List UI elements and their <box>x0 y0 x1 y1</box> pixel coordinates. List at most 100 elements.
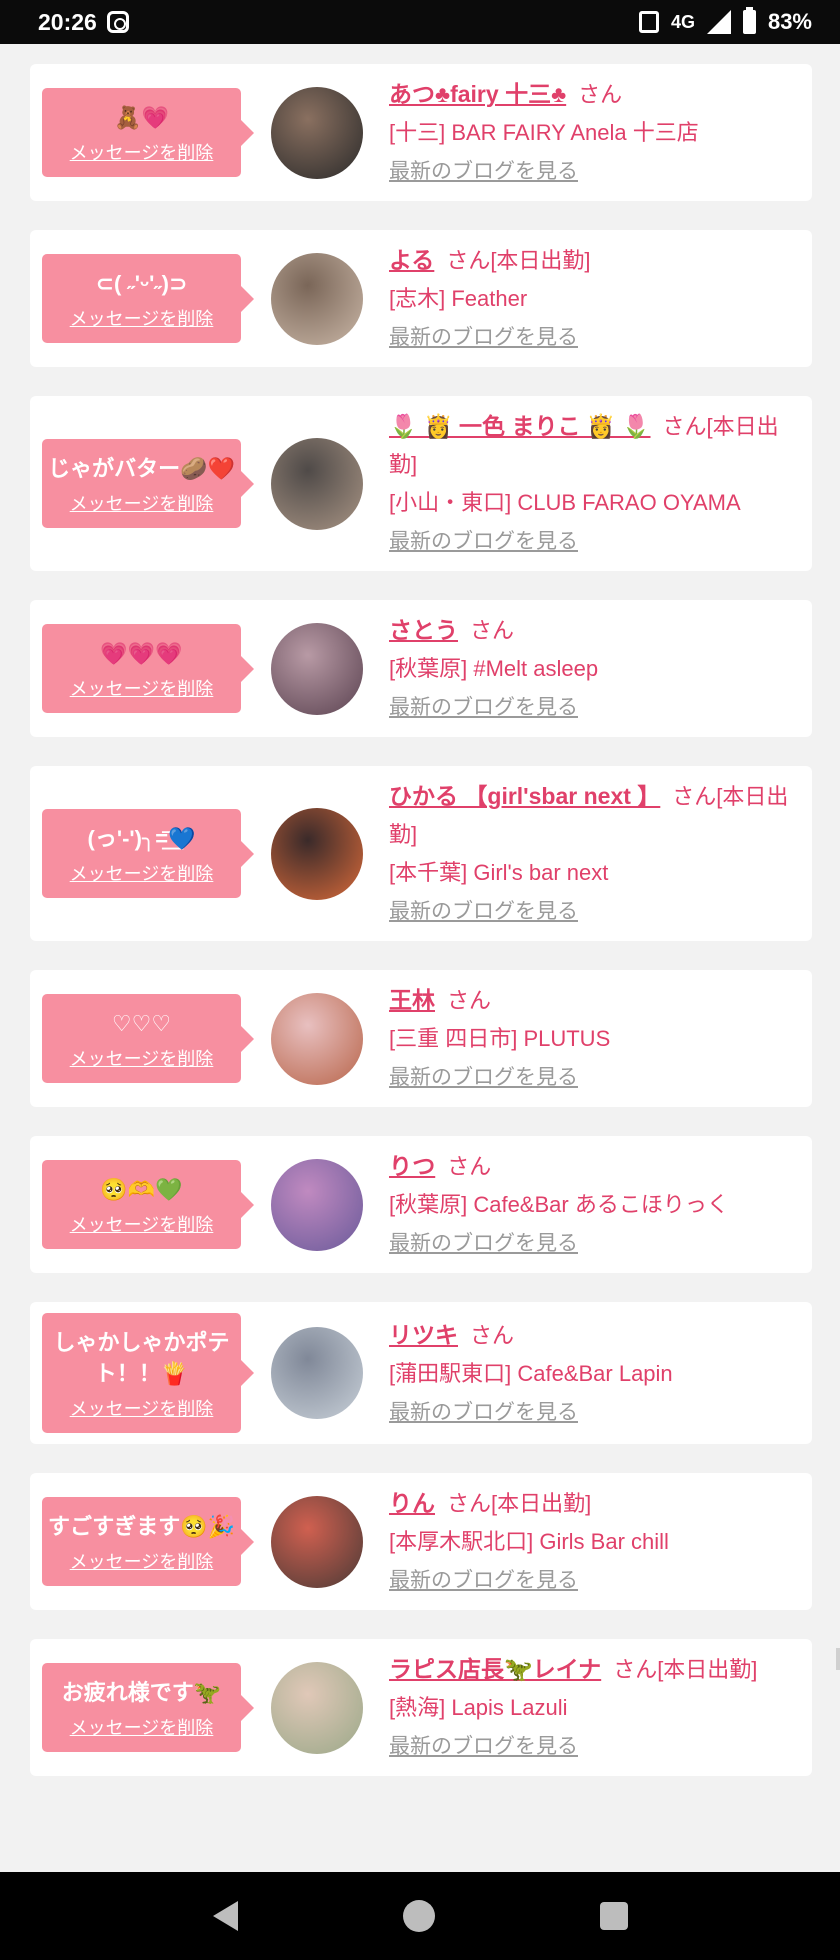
cast-info: あつ♣fairy 十三♣ さん [十三] BAR FAIRY Anela 十三店 … <box>389 75 798 190</box>
avatar[interactable] <box>271 1327 363 1419</box>
message-text: 🥺🫶💚 <box>100 1177 183 1202</box>
cast-info: りつ さん [秋葉原] Cafe&Bar あるこほりっく 最新のブログを見る <box>389 1147 798 1262</box>
name-line: よる さん[本日出勤] <box>389 241 798 280</box>
navigation-bar <box>0 1872 840 1960</box>
delete-message-link[interactable]: メッセージを削除 <box>70 860 214 886</box>
message-card: しゃかしゃかポテト！！🍟 メッセージを削除 リツキ さん [蒲田駅東口] Cafe… <box>30 1302 812 1444</box>
latest-blog-link[interactable]: 最新のブログを見る <box>389 154 578 190</box>
avatar[interactable] <box>271 1495 363 1588</box>
cast-info: りん さん[本日出勤] [本厚木駅北口] Girls Bar chill 最新のブ… <box>389 1484 798 1599</box>
delete-message-link[interactable]: メッセージを削除 <box>70 305 214 331</box>
shop-label: [志木] Feather <box>389 286 528 311</box>
signal-icon <box>706 10 731 34</box>
cast-info: リツキ さん [蒲田駅東口] Cafe&Bar Lapin 最新のブログを見る <box>389 1316 798 1431</box>
delete-message-link[interactable]: メッセージを削除 <box>70 1714 214 1740</box>
shop-label: [小山・東口] CLUB FARAO OYAMA <box>389 490 741 515</box>
delete-message-link[interactable]: メッセージを削除 <box>70 1045 214 1071</box>
message-text: すごすぎます🥺🎉 <box>48 1514 236 1539</box>
name-suffix: さん <box>447 988 492 1013</box>
name-line: さとう さん <box>389 611 798 650</box>
latest-blog-link[interactable]: 最新のブログを見る <box>389 320 578 356</box>
name-suffix: さん <box>578 82 623 107</box>
latest-blog-link[interactable]: 最新のブログを見る <box>389 690 578 726</box>
delete-message-link[interactable]: メッセージを削除 <box>70 139 214 165</box>
shop-label: [本千葉] Girl's bar next <box>389 860 609 885</box>
scrollbar-indicator[interactable] <box>836 1648 840 1670</box>
shop-label: [十三] BAR FAIRY Anela 十三店 <box>389 120 699 145</box>
message-bubble: ⊂( ˶'ᵕ'˶)⊃ メッセージを削除 <box>42 254 254 343</box>
message-card: 💗💗💗 メッセージを削除 さとう さん [秋葉原] #Melt asleep 最新… <box>30 600 812 737</box>
message-text: 🧸💗 <box>114 105 169 130</box>
cast-name-link[interactable]: よる <box>389 247 434 273</box>
avatar[interactable] <box>271 437 363 530</box>
name-suffix: さん <box>470 618 515 643</box>
latest-blog-link[interactable]: 最新のブログを見る <box>389 1060 578 1096</box>
vibrate-icon <box>638 11 659 33</box>
battery-icon <box>742 7 756 34</box>
cast-info: ラピス店長🦖レイナ さん[本日出勤] [熱海] Lapis Lazuli 最新のブ… <box>389 1650 798 1765</box>
cast-name-link[interactable]: 🌷 👸 一色 まりこ 👸 🌷 <box>389 413 651 439</box>
message-bubble: 🧸💗 メッセージを削除 <box>42 88 254 177</box>
delete-message-link[interactable]: メッセージを削除 <box>70 1211 214 1237</box>
message-card: (っ'-')╮=͟͟͞💙 メッセージを削除 ひかる 【girl'sbar nex… <box>30 766 812 941</box>
message-bubble: じゃがバター🥔❤️ メッセージを削除 <box>42 439 254 528</box>
home-icon[interactable] <box>402 1900 435 1932</box>
message-bubble: (っ'-')╮=͟͟͞💙 メッセージを削除 <box>42 809 254 898</box>
avatar[interactable] <box>271 252 363 345</box>
name-suffix: さん[本日出勤] <box>446 248 591 273</box>
latest-blog-link[interactable]: 最新のブログを見る <box>389 1395 578 1431</box>
latest-blog-link[interactable]: 最新のブログを見る <box>389 894 578 930</box>
name-line: りつ さん <box>389 1147 798 1186</box>
message-card: ♡♡♡ メッセージを削除 王林 さん [三重 四日市] PLUTUS 最新のブログ… <box>30 970 812 1107</box>
message-card: 🥺🫶💚 メッセージを削除 りつ さん [秋葉原] Cafe&Bar あるこほりっく… <box>30 1136 812 1273</box>
shop-label: [秋葉原] #Melt asleep <box>389 656 599 681</box>
message-text: お疲れ様です🦖 <box>61 1680 222 1705</box>
cast-info: 王林 さん [三重 四日市] PLUTUS 最新のブログを見る <box>389 981 798 1096</box>
cast-name-link[interactable]: ひかる 【girl'sbar next 】 <box>389 783 660 809</box>
name-line: ひかる 【girl'sbar next 】さん[本日出勤] <box>389 777 798 854</box>
message-text: ⊂( ˶'ᵕ'˶)⊃ <box>95 271 188 296</box>
avatar[interactable] <box>271 622 363 715</box>
name-line: 王林 さん <box>389 981 798 1020</box>
message-text: しゃかしゃかポテト！！🍟 <box>53 1330 230 1386</box>
cast-name-link[interactable]: ラピス店長🦖レイナ <box>389 1656 601 1682</box>
message-card: すごすぎます🥺🎉 メッセージを削除 りん さん[本日出勤] [本厚木駅北口] Gi… <box>30 1473 812 1610</box>
recent-apps-icon[interactable] <box>599 1902 628 1930</box>
latest-blog-link[interactable]: 最新のブログを見る <box>389 1226 578 1262</box>
latest-blog-link[interactable]: 最新のブログを見る <box>389 1729 578 1765</box>
latest-blog-link[interactable]: 最新のブログを見る <box>389 1563 578 1599</box>
cast-info: さとう さん [秋葉原] #Melt asleep 最新のブログを見る <box>389 611 798 726</box>
cast-name-link[interactable]: あつ♣fairy 十三♣ <box>389 81 566 107</box>
avatar[interactable] <box>271 86 363 179</box>
cast-name-link[interactable]: さとう <box>389 617 458 643</box>
delete-message-link[interactable]: メッセージを削除 <box>70 1548 214 1574</box>
cast-name-link[interactable]: リツキ <box>389 1322 458 1348</box>
delete-message-link[interactable]: メッセージを削除 <box>70 490 214 516</box>
latest-blog-link[interactable]: 最新のブログを見る <box>389 524 578 560</box>
cast-info: ひかる 【girl'sbar next 】さん[本日出勤] [本千葉] Girl… <box>389 777 798 930</box>
network-type: 4G <box>670 11 695 32</box>
cast-name-link[interactable]: りん <box>389 1490 435 1516</box>
message-bubble: すごすぎます🥺🎉 メッセージを削除 <box>42 1497 254 1586</box>
message-bubble: お疲れ様です🦖 メッセージを削除 <box>42 1663 254 1752</box>
back-icon[interactable] <box>212 1901 238 1931</box>
message-bubble: ♡♡♡ メッセージを削除 <box>42 994 254 1083</box>
cast-name-link[interactable]: りつ <box>389 1153 435 1179</box>
avatar[interactable] <box>271 807 363 900</box>
message-bubble: 💗💗💗 メッセージを削除 <box>42 624 254 713</box>
delete-message-link[interactable]: メッセージを削除 <box>70 1395 214 1421</box>
message-text: ♡♡♡ <box>111 1011 172 1036</box>
name-suffix: さん <box>447 1154 492 1179</box>
message-card: 🧸💗 メッセージを削除 あつ♣fairy 十三♣ さん [十三] BAR FAIR… <box>30 64 812 201</box>
message-card: じゃがバター🥔❤️ メッセージを削除 🌷 👸 一色 まりこ 👸 🌷 さん[本日出勤… <box>30 396 812 571</box>
avatar[interactable] <box>271 1158 363 1251</box>
avatar[interactable] <box>271 992 363 1085</box>
name-suffix: さん[本日出勤] <box>447 1491 592 1516</box>
cast-info: 🌷 👸 一色 まりこ 👸 🌷 さん[本日出勤] [小山・東口] CLUB FARA… <box>389 407 798 560</box>
avatar[interactable] <box>271 1661 363 1754</box>
message-list: 🧸💗 メッセージを削除 あつ♣fairy 十三♣ さん [十三] BAR FAIR… <box>30 64 812 1805</box>
delete-message-link[interactable]: メッセージを削除 <box>70 675 214 701</box>
message-bubble: しゃかしゃかポテト！！🍟 メッセージを削除 <box>42 1313 254 1433</box>
cast-name-link[interactable]: 王林 <box>389 987 435 1013</box>
name-line: あつ♣fairy 十三♣ さん <box>389 75 798 114</box>
